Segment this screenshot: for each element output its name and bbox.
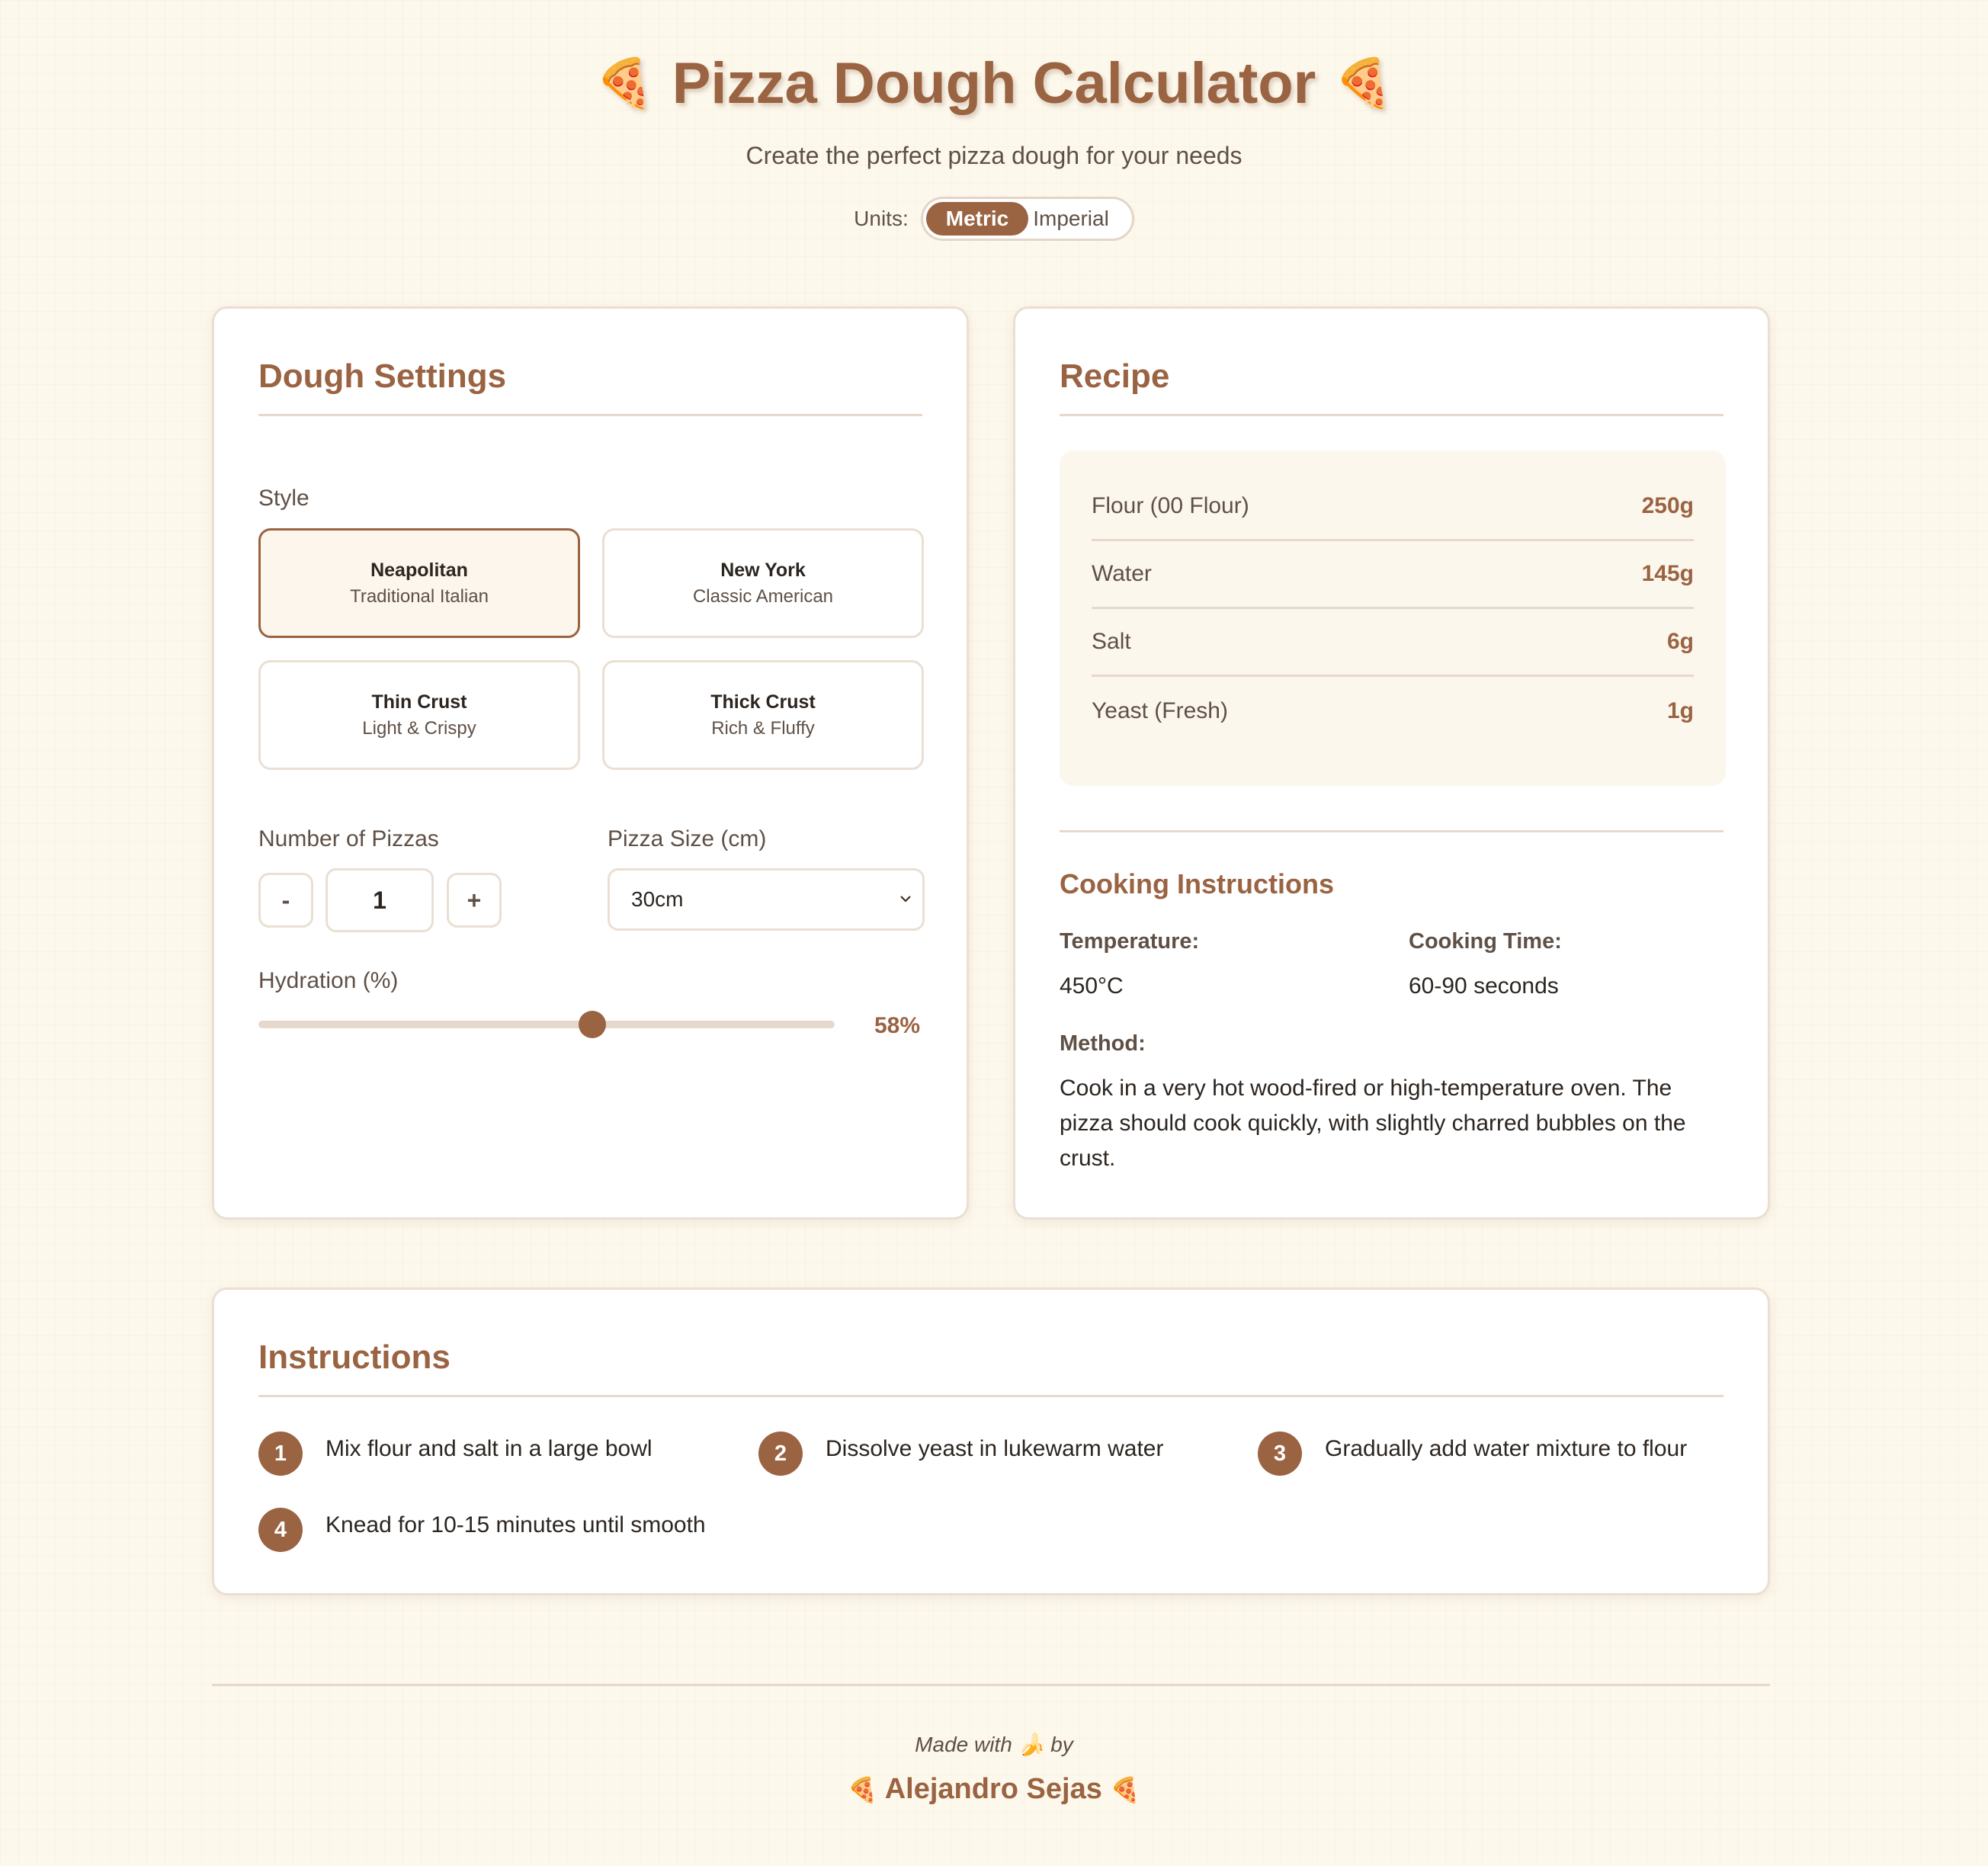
number-of-pizzas-label: Number of Pizzas — [258, 826, 439, 851]
pizza-quantity-input[interactable]: 1 — [325, 868, 434, 932]
step-text: Mix flour and salt in a large bowl — [325, 1436, 653, 1461]
footer-divider — [212, 1684, 1770, 1686]
step-number: 4 — [258, 1508, 303, 1552]
pizza-size-label: Pizza Size (cm) — [608, 826, 767, 851]
divider — [1060, 830, 1723, 832]
step-text: Dissolve yeast in lukewarm water — [826, 1436, 1164, 1461]
pizza-icon: 🍕 — [1334, 57, 1393, 110]
cooking-instructions-title: Cooking Instructions — [1060, 868, 1334, 899]
ingredients-list: Flour (00 Flour) 250g Water 145g Salt 6g… — [1060, 450, 1726, 786]
temperature-label: Temperature: — [1060, 929, 1200, 954]
decrement-button[interactable]: - — [258, 873, 313, 928]
units-switcher: Units: Metric Imperial — [0, 197, 1988, 241]
divider — [258, 1395, 1723, 1397]
step-number: 1 — [258, 1432, 303, 1476]
instructions-title: Instructions — [258, 1339, 451, 1376]
style-description: Light & Crispy — [362, 717, 476, 739]
step-text: Gradually add water mixture to flour — [1325, 1436, 1688, 1461]
style-option-neapolitan[interactable]: Neapolitan Traditional Italian — [258, 528, 580, 638]
banana-icon: 🍌 — [1018, 1733, 1045, 1756]
method-label: Method: — [1060, 1031, 1146, 1056]
style-name: Neapolitan — [370, 559, 468, 581]
step-text: Knead for 10-15 minutes until smooth — [325, 1512, 706, 1537]
ingredient-name: Yeast (Fresh) — [1092, 697, 1228, 723]
pizza-icon: 🍕 — [847, 1776, 878, 1803]
ingredient-name: Salt — [1092, 629, 1131, 654]
style-description: Traditional Italian — [350, 585, 489, 607]
ingredient-row: Flour (00 Flour) 250g — [1092, 473, 1694, 541]
cooking-time-label: Cooking Time: — [1409, 929, 1562, 954]
style-description: Classic American — [692, 585, 834, 607]
dough-settings-card: Dough Settings Style Neapolitan Traditio… — [212, 306, 969, 1220]
ingredient-name: Flour (00 Flour) — [1092, 493, 1249, 518]
chevron-down-icon — [900, 896, 911, 903]
hydration-slider-track[interactable] — [258, 1021, 835, 1028]
pizza-icon: 🍕 — [1110, 1776, 1141, 1803]
instruction-step: 3 Gradually add water mixture to flour — [1258, 1422, 1687, 1476]
ingredient-row: Yeast (Fresh) 1g — [1092, 677, 1694, 745]
dough-settings-title: Dough Settings — [258, 357, 507, 395]
page-title: 🍕 Pizza Dough Calculator 🍕 — [0, 50, 1988, 117]
method-text: Cook in a very hot wood-fired or high-te… — [1060, 1076, 1686, 1171]
style-name: Thick Crust — [710, 691, 816, 713]
hydration-label: Hydration (%) — [258, 968, 399, 993]
units-label: Units: — [854, 207, 909, 230]
step-number: 2 — [758, 1432, 803, 1476]
style-description: Rich & Fluffy — [711, 717, 815, 739]
units-imperial-option[interactable]: Imperial — [1028, 202, 1129, 236]
pizza-size-select[interactable]: 30cm — [608, 868, 925, 931]
divider — [1060, 414, 1723, 416]
style-option-new-york[interactable]: New York Classic American — [602, 528, 924, 638]
ingredient-row: Water 145g — [1092, 541, 1694, 609]
recipe-title: Recipe — [1060, 357, 1170, 395]
cooking-time-value: 60-90 seconds — [1409, 973, 1559, 999]
temperature-value: 450°C — [1060, 973, 1124, 999]
author-name: Alejandro Sejas — [884, 1773, 1102, 1805]
hydration-slider-thumb[interactable] — [579, 1011, 607, 1038]
instructions-card: Instructions 1 Mix flour and salt in a l… — [212, 1287, 1770, 1595]
style-option-thin-crust[interactable]: Thin Crust Light & Crispy — [258, 660, 580, 770]
style-label: Style — [258, 486, 309, 511]
units-toggle[interactable]: Metric Imperial — [920, 197, 1134, 241]
ingredient-amount: 250g — [1641, 493, 1694, 518]
instruction-step: 4 Knead for 10-15 minutes until smooth — [258, 1499, 706, 1552]
footer-author[interactable]: 🍕 Alejandro Sejas 🍕 — [0, 1773, 1988, 1806]
page-subtitle: Create the perfect pizza dough for your … — [746, 142, 1242, 169]
ingredient-amount: 145g — [1641, 561, 1694, 586]
page-title-text: Pizza Dough Calculator — [672, 51, 1316, 116]
made-with-text: Made with — [915, 1733, 1012, 1756]
step-number: 3 — [1258, 1432, 1302, 1476]
instruction-step: 2 Dissolve yeast in lukewarm water — [758, 1422, 1163, 1476]
recipe-card: Recipe Flour (00 Flour) 250g Water 145g … — [1013, 306, 1770, 1220]
ingredient-row: Salt 6g — [1092, 609, 1694, 677]
style-option-thick-crust[interactable]: Thick Crust Rich & Fluffy — [602, 660, 924, 770]
pizza-size-value: 30cm — [631, 887, 684, 911]
style-name: Thin Crust — [371, 691, 467, 713]
divider — [258, 414, 922, 416]
made-by-text: by — [1050, 1733, 1073, 1756]
units-metric-option[interactable]: Metric — [925, 202, 1029, 236]
footer-made-with: Made with 🍌 by — [0, 1732, 1988, 1757]
style-name: New York — [720, 559, 806, 581]
ingredient-amount: 1g — [1666, 697, 1694, 723]
ingredient-name: Water — [1092, 561, 1152, 586]
increment-button[interactable]: + — [447, 873, 502, 928]
pizza-icon: 🍕 — [595, 57, 654, 110]
ingredient-amount: 6g — [1666, 629, 1694, 654]
instruction-step: 1 Mix flour and salt in a large bowl — [258, 1422, 653, 1476]
hydration-value: 58% — [874, 1013, 921, 1038]
